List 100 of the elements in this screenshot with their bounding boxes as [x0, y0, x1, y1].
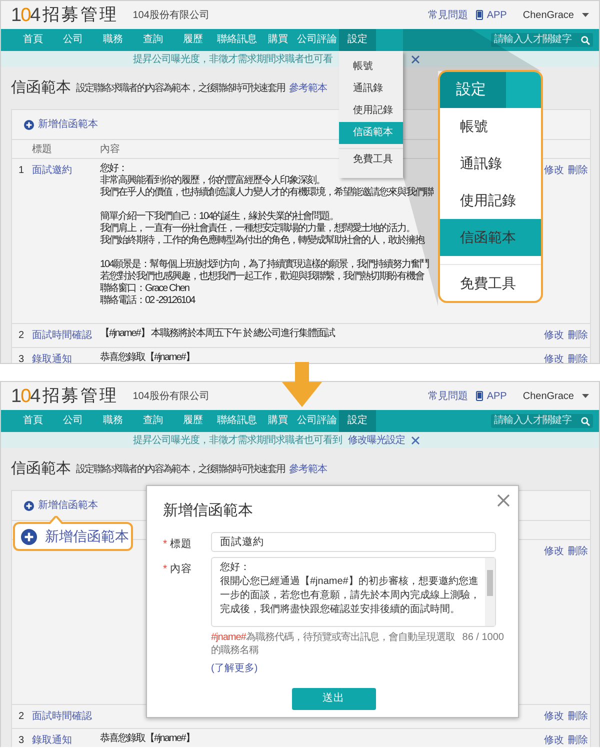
row-number: 2	[17, 710, 25, 724]
template-title-link[interactable]: 錄取通知	[32, 354, 72, 363]
nav-tab[interactable]: 查詢	[133, 29, 173, 51]
bubble-label: 新增信函範本	[45, 527, 129, 546]
nav-tab[interactable]: 公司	[53, 29, 93, 51]
column-header: 標題	[32, 142, 52, 157]
edit-link[interactable]: 修改	[544, 709, 564, 724]
menu-item[interactable]: 信函範本	[339, 122, 403, 144]
row-number: 1	[17, 164, 25, 178]
menu-item[interactable]: 通訊錄	[339, 78, 403, 100]
add-template-link[interactable]: 新增信函範本	[38, 498, 98, 513]
page-description: 設定聯絡求職者的內容為範本，之後聯絡時可快速套用	[76, 82, 285, 96]
caret-icon	[582, 394, 589, 398]
close-icon	[411, 54, 420, 64]
character-counter: 86 / 1000	[462, 630, 504, 644]
app-link[interactable]: APP	[486, 8, 507, 22]
letter-paragraph: 恭喜您錄取【#jname#】	[100, 352, 194, 363]
banner-text: 提昇公司曝光度，非徵才需求期間求職者也可看到	[133, 434, 342, 448]
template-title-link[interactable]: 面試時間確認	[32, 711, 92, 722]
letter-paragraph: 恭喜您錄取【#jname#】	[100, 733, 194, 745]
content-field[interactable]: 您好： 很開心您已經通過【#jname#】的初步審核，想要邀約您進一步的面談，若您也有意願，請先於本周內完成線上測驗，完成後，我們將盡快跟您確認並安排後續的面試時間。	[211, 556, 496, 627]
page-description: 設定聯絡求職者的內容為範本，之後聯絡時可快速套用	[76, 462, 285, 476]
phone-icon	[476, 391, 483, 401]
banner-text: 提昇公司曝光度，非徵才需求期間求職者也可看	[133, 52, 332, 66]
delete-link[interactable]: 刪除	[568, 709, 588, 724]
help-link[interactable]: 常見問題	[428, 388, 468, 404]
menu-item[interactable]: 帳號	[440, 108, 541, 145]
caret-icon	[582, 13, 589, 17]
edit-link[interactable]: 修改	[544, 733, 564, 747]
close-icon	[411, 436, 420, 444]
nav-tab[interactable]: 聯絡訊息	[213, 29, 261, 51]
template-title-link[interactable]: 錄取通知	[32, 735, 72, 746]
nav-tab[interactable]: 設定	[339, 410, 376, 432]
field-label: * 標題	[163, 537, 194, 552]
nav-tab[interactable]: 公司評論	[295, 29, 339, 51]
row-number: 3	[17, 734, 25, 747]
nav-tab[interactable]: 購買	[261, 29, 295, 51]
reference-link[interactable]: 參考範本	[288, 462, 327, 476]
delete-link[interactable]: 刪除	[568, 733, 588, 747]
step-arrow	[282, 362, 322, 407]
template-title-link[interactable]: 面試時間確認	[32, 330, 92, 341]
modal-title: 新增信函範本	[163, 502, 254, 520]
nav-tab[interactable]: 職務	[93, 410, 133, 432]
submit-button[interactable]: 送出	[292, 688, 376, 710]
hint-text: #jname#為職務代碼，待預覽或寄出訊息，會自動呈現選取的職務名稱	[211, 630, 456, 657]
nav-tab[interactable]: 公司	[53, 410, 93, 432]
template-title-link[interactable]: 面試邀約	[32, 165, 72, 176]
help-link[interactable]: 常見問題	[428, 8, 468, 22]
menu-item[interactable]: 免費工具	[339, 148, 403, 170]
menu-item[interactable]: 免費工具	[440, 264, 541, 301]
page-title: 信函範本	[11, 79, 71, 97]
user-name[interactable]: ChenGrace	[522, 8, 574, 22]
nav-tab[interactable]: 履歷	[173, 29, 213, 51]
letter-paragraph: 【#jname#】 本職務將於本周五下午 於 總公司進行集體面試	[100, 328, 335, 340]
search-field[interactable]: 請輸入人才關鍵字	[491, 414, 593, 428]
nav-tab[interactable]: 查詢	[133, 410, 173, 432]
row-number: 3	[17, 353, 25, 363]
field-label: * 內容	[163, 562, 194, 577]
delete-link[interactable]: 刪除	[568, 328, 588, 343]
page-title: 信函範本	[11, 460, 71, 478]
menu-item[interactable]: 使用記錄	[339, 100, 403, 122]
menu-item[interactable]: 通訊錄	[440, 145, 541, 182]
nav-tab[interactable]: 購買	[261, 410, 295, 432]
menu-item[interactable]: 信函範本	[440, 219, 541, 256]
menu-item[interactable]: 帳號	[339, 56, 403, 78]
phone-icon	[476, 10, 483, 20]
nav-tab[interactable]: 履歷	[173, 410, 213, 432]
plus-circle-icon	[24, 500, 34, 510]
logo[interactable]: 104	[11, 386, 40, 406]
edit-link[interactable]: 修改	[544, 544, 564, 559]
menu-item[interactable]: 使用記錄	[440, 182, 541, 219]
add-template-link[interactable]: 新增信函範本	[38, 117, 98, 132]
logo[interactable]: 104	[11, 6, 40, 24]
user-name[interactable]: ChenGrace	[522, 388, 574, 404]
nav-tab[interactable]: 設定	[339, 29, 376, 51]
learn-more-link[interactable]: (了解更多)	[211, 660, 258, 676]
delete-link[interactable]: 刪除	[568, 544, 588, 559]
title-field[interactable]: 面試邀約	[211, 532, 496, 552]
delete-link[interactable]: 刪除	[568, 163, 588, 178]
app-link[interactable]: APP	[486, 388, 507, 404]
nav-tab[interactable]: 聯絡訊息	[213, 410, 261, 432]
exposure-settings-link[interactable]: 修改曝光設定	[348, 432, 405, 448]
nav-tab[interactable]: 公司評論	[295, 410, 339, 432]
nav-tab[interactable]: 首頁	[13, 410, 53, 432]
row-number: 2	[17, 329, 25, 343]
search-field[interactable]: 請輸入人才關鍵字	[491, 33, 593, 47]
nav-tab[interactable]: 職務	[93, 29, 133, 51]
search-icon	[581, 416, 590, 426]
scrollbar[interactable]	[485, 558, 495, 626]
company-name: 104股份有限公司	[132, 390, 210, 404]
edit-link[interactable]: 修改	[544, 163, 564, 178]
nav-tab[interactable]: 首頁	[13, 29, 53, 51]
edit-link[interactable]: 修改	[544, 328, 564, 343]
letter-paragraph: 104願景是：幫每個上班族找到方向，為了持續實現這樣的願景，我們持續努力奮鬥 若您對於我們也感興趣，也想我們一起工作，歡迎與我聯繫，我們熱切期盼有機會 聯絡窗口：Grace Chen 聯絡電話：02 -29126104	[100, 259, 429, 307]
search-icon	[581, 36, 590, 44]
callout-title: 設定	[440, 72, 506, 108]
company-name: 104股份有限公司	[132, 8, 210, 22]
product-name: 招募管理	[42, 385, 119, 408]
letter-paragraph: 簡單介紹一下我們自己：104的誕生，緣於失業的社會問題。 我們肩上，一直有一份社會責任，一種想安定職場的力量，想闊愛土地的活力。 我們始終期待，工作的角色應轉型為付出的角色，轉變成幫助社會的人，敢於擁抱	[100, 211, 424, 247]
reference-link[interactable]: 參考範本	[288, 80, 327, 96]
